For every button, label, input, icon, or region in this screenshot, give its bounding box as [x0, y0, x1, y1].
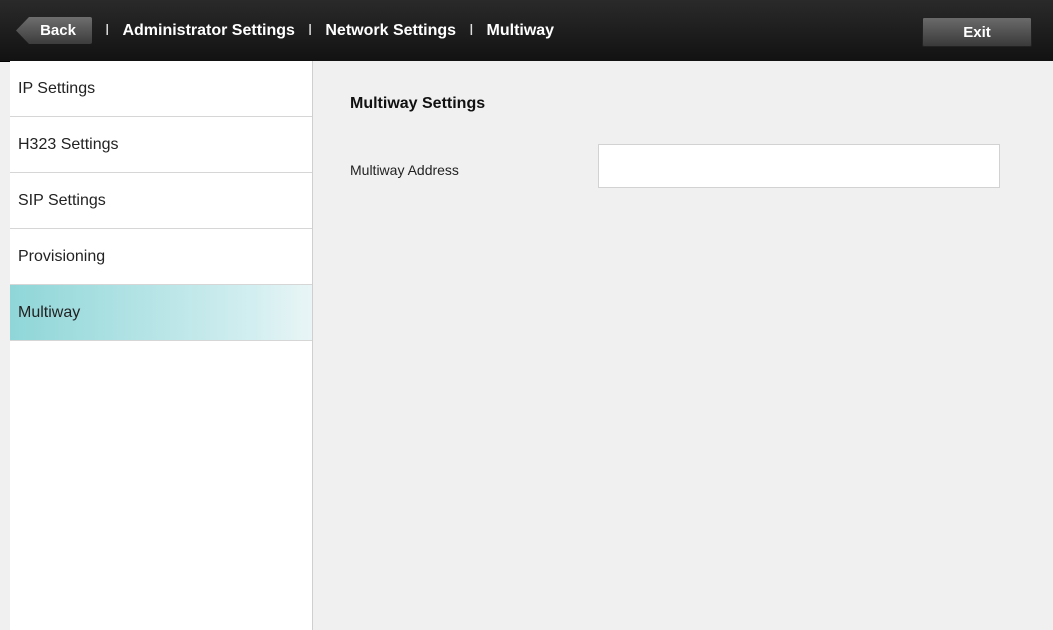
back-button[interactable]: Back — [16, 17, 92, 44]
settings-panel: Multiway Settings Multiway Address — [313, 61, 1053, 630]
sidebar-item-label: Multiway — [18, 303, 81, 321]
exit-button[interactable]: Exit — [922, 17, 1032, 47]
breadcrumb: I Administrator Settings I Network Setti… — [105, 0, 554, 61]
multiway-address-label: Multiway Address — [350, 162, 459, 178]
breadcrumb-separator: I — [307, 21, 313, 39]
sidebar-item-h323-settings[interactable]: H323 Settings — [10, 117, 312, 173]
sidebar-item-provisioning[interactable]: Provisioning — [10, 229, 312, 285]
sidebar: IP Settings H323 Settings SIP Settings P… — [10, 61, 313, 630]
sidebar-item-sip-settings[interactable]: SIP Settings — [10, 173, 312, 229]
sidebar-item-multiway[interactable]: Multiway — [10, 285, 312, 341]
top-bar: Back I Administrator Settings I Network … — [0, 0, 1053, 62]
sidebar-item-label: SIP Settings — [18, 191, 106, 209]
multiway-address-input[interactable] — [598, 144, 1000, 188]
breadcrumb-administrator-settings[interactable]: Administrator Settings — [122, 22, 294, 40]
sidebar-item-label: H323 Settings — [18, 135, 119, 153]
section-title: Multiway Settings — [350, 95, 486, 112]
sidebar-item-label: Provisioning — [18, 247, 106, 265]
breadcrumb-multiway: Multiway — [486, 21, 555, 39]
sidebar-item-ip-settings[interactable]: IP Settings — [10, 61, 312, 117]
breadcrumb-separator: I — [105, 21, 110, 39]
breadcrumb-network-settings[interactable]: Network Settings — [325, 22, 456, 40]
breadcrumb-separator: I — [469, 21, 474, 39]
sidebar-item-label: IP Settings — [18, 79, 96, 97]
